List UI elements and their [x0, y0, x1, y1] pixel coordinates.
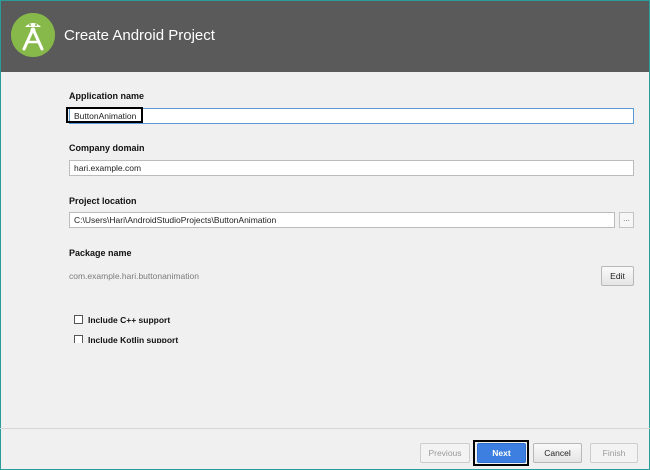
kotlin-support-row: Include Kotlin support — [60, 330, 320, 343]
footer-divider — [0, 428, 650, 429]
company-domain-label: Company domain — [69, 143, 145, 153]
browse-button[interactable]: ... — [619, 212, 634, 228]
finish-button[interactable]: Finish — [590, 443, 638, 463]
kotlin-support-checkbox[interactable] — [74, 335, 83, 343]
next-button[interactable]: Next — [477, 443, 526, 463]
company-domain-input[interactable] — [69, 160, 634, 176]
edit-package-button[interactable]: Edit — [601, 266, 634, 286]
kotlin-support-label: Include Kotlin support — [88, 335, 179, 343]
previous-button[interactable]: Previous — [420, 443, 470, 463]
android-studio-logo-icon — [11, 13, 55, 57]
cpp-support-label: Include C++ support — [88, 315, 171, 325]
cpp-support-checkbox[interactable] — [74, 315, 83, 324]
cancel-button[interactable]: Cancel — [533, 443, 582, 463]
project-location-label: Project location — [69, 196, 137, 206]
project-location-input[interactable] — [69, 212, 615, 228]
dialog-title: Create Android Project — [64, 27, 215, 44]
app-name-label: Application name — [69, 91, 145, 101]
dialog-header: Create Android Project — [1, 1, 649, 72]
app-name-input[interactable] — [69, 108, 634, 124]
package-name-label: Package name — [69, 248, 132, 258]
package-name-value: com.example.hari.buttonanimation — [69, 271, 199, 281]
